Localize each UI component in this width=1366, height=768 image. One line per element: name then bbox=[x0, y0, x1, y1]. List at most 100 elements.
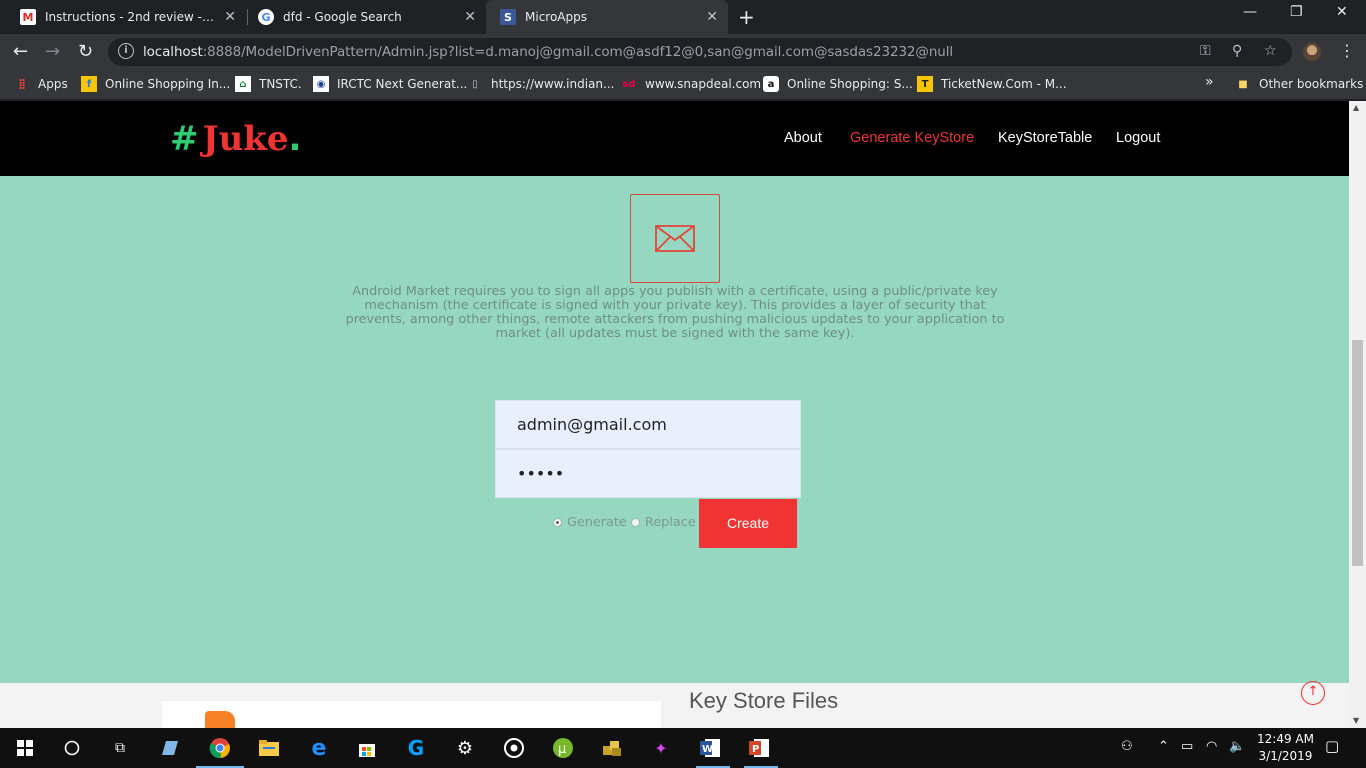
bookmark-apps[interactable]: ⣿ Apps bbox=[14, 76, 68, 92]
star-icon[interactable]: ☆ bbox=[1264, 43, 1277, 59]
envelope-box bbox=[630, 194, 720, 283]
logo-hash: # bbox=[170, 119, 199, 159]
bookmark-label: TNSTC. bbox=[259, 77, 302, 91]
profile-avatar[interactable] bbox=[1303, 43, 1321, 61]
volume-icon[interactable]: 🔈 bbox=[1229, 739, 1245, 754]
radio-generate[interactable]: Generate bbox=[553, 515, 627, 530]
password-input[interactable] bbox=[496, 450, 800, 497]
radio-replace[interactable]: Replace bbox=[631, 515, 696, 530]
nav-keystore-table[interactable]: KeyStoreTable bbox=[998, 130, 1092, 146]
chevron-up-icon[interactable]: ⌃ bbox=[1158, 739, 1169, 754]
cubes-app-icon[interactable] bbox=[600, 736, 624, 760]
bookmark-snapdeal[interactable]: sd www.snapdeal.com bbox=[621, 76, 761, 92]
bookmark-label: Online Shopping In... bbox=[105, 77, 231, 91]
folder-icon: ■ bbox=[1238, 78, 1248, 90]
bookmark-label: www.snapdeal.com bbox=[645, 77, 762, 91]
close-window-icon[interactable]: ✕ bbox=[1336, 4, 1348, 20]
zoom-icon[interactable]: ⚲ bbox=[1232, 43, 1242, 59]
bookmark-label: IRCTC Next Generat... bbox=[337, 77, 468, 91]
new-tab-button[interactable]: + bbox=[738, 5, 755, 29]
bookmark-label: Apps bbox=[38, 77, 68, 91]
settings-gear-icon[interactable]: ⚙ bbox=[453, 736, 477, 760]
password-field[interactable] bbox=[495, 449, 801, 498]
email-field[interactable] bbox=[495, 400, 801, 449]
tab-gmail[interactable]: M Instructions - 2nd review -4th Ma ✕ bbox=[6, 0, 246, 34]
bookmark-amazon[interactable]: a Online Shopping: S... bbox=[763, 76, 913, 92]
bookmark-label: Other bookmarks bbox=[1259, 77, 1364, 91]
task-view-icon[interactable]: ⧉ bbox=[108, 736, 132, 760]
chrome-icon[interactable] bbox=[208, 736, 232, 760]
search-icon[interactable] bbox=[60, 736, 84, 760]
browser-toolbar: ← → ↻ i localhost:8888/ModelDrivenPatter… bbox=[0, 34, 1366, 70]
more-bookmarks-button[interactable]: » bbox=[1205, 74, 1214, 90]
amazon-icon: a bbox=[763, 76, 779, 92]
key-icon[interactable]: ⚿ bbox=[1200, 43, 1211, 59]
bookmark-irctc[interactable]: ◉ IRCTC Next Generat... bbox=[313, 76, 467, 92]
tab-title: Instructions - 2nd review -4th Ma bbox=[45, 10, 215, 24]
page-scrollbar[interactable]: ▲ ▼ bbox=[1349, 101, 1366, 728]
logo-name: Juke bbox=[202, 119, 289, 159]
other-bookmarks[interactable]: ■ Other bookmarks bbox=[1235, 76, 1363, 92]
svg-text:P: P bbox=[752, 744, 759, 755]
url-text[interactable]: localhost:8888/ModelDrivenPattern/Admin.… bbox=[143, 44, 953, 60]
windows-start-icon[interactable] bbox=[13, 736, 37, 760]
forward-icon[interactable]: → bbox=[45, 41, 60, 62]
clock[interactable]: 12:49 AM 3/1/2019 bbox=[1257, 731, 1314, 765]
radio-replace-button[interactable] bbox=[631, 518, 640, 527]
menu-dots-icon[interactable]: ⋮ bbox=[1339, 41, 1355, 60]
tab-title: MicroApps bbox=[525, 10, 587, 24]
store-icon[interactable] bbox=[355, 736, 379, 760]
nav-logout[interactable]: Logout bbox=[1116, 130, 1160, 146]
reload-icon[interactable]: ↻ bbox=[78, 41, 93, 62]
powerpoint-icon[interactable]: P bbox=[747, 736, 771, 760]
s-icon: S bbox=[500, 9, 516, 25]
tab-google-search[interactable]: G dfd - Google Search ✕ bbox=[244, 0, 486, 34]
site-navbar: # Juke . About Generate KeyStore KeyStor… bbox=[0, 101, 1349, 176]
address-bar[interactable]: i localhost:8888/ModelDrivenPattern/Admi… bbox=[108, 38, 1292, 66]
radio-generate-button[interactable] bbox=[553, 518, 562, 527]
scrollbar-thumb[interactable] bbox=[1352, 340, 1363, 566]
scroll-up-arrow-icon[interactable]: ▲ bbox=[1353, 103, 1359, 112]
bookmark-ticketnew[interactable]: T TicketNew.Com - M... bbox=[917, 76, 1067, 92]
file-explorer-icon[interactable] bbox=[257, 736, 281, 760]
battery-icon[interactable]: ▭ bbox=[1181, 739, 1193, 754]
snapdeal-icon: sd bbox=[622, 78, 636, 90]
envelope-icon bbox=[655, 225, 695, 252]
word-icon[interactable]: W bbox=[698, 736, 722, 760]
restore-icon[interactable]: ❐ bbox=[1290, 4, 1303, 20]
close-icon[interactable]: ✕ bbox=[706, 9, 718, 25]
logitech-icon[interactable]: G bbox=[404, 736, 428, 760]
bookmark-flipkart[interactable]: f Online Shopping In... bbox=[81, 76, 230, 92]
bookmark-tnstc[interactable]: ⌂ TNSTC. bbox=[235, 76, 302, 92]
scroll-down-arrow-icon[interactable]: ▼ bbox=[1353, 716, 1359, 725]
nav-about[interactable]: About bbox=[784, 130, 822, 146]
edge-icon[interactable]: e bbox=[307, 736, 331, 761]
clock-time: 12:49 AM bbox=[1257, 732, 1314, 746]
close-icon[interactable]: ✕ bbox=[224, 9, 236, 25]
svg-text:W: W bbox=[702, 744, 713, 755]
wifi-icon[interactable]: ◠ bbox=[1206, 739, 1217, 754]
utorrent-icon[interactable]: µ bbox=[551, 736, 575, 760]
notifications-icon[interactable]: ▢ bbox=[1325, 737, 1339, 755]
close-icon[interactable]: ✕ bbox=[464, 9, 476, 25]
file-card bbox=[162, 701, 661, 728]
site-logo[interactable]: # Juke . bbox=[170, 119, 301, 159]
groove-music-icon[interactable] bbox=[502, 736, 526, 760]
people-icon[interactable]: ⚇ bbox=[1121, 739, 1133, 754]
page-icon: ▯ bbox=[472, 78, 478, 90]
tnstc-icon: ⌂ bbox=[235, 76, 251, 92]
file-icon bbox=[205, 711, 235, 728]
bookmark-indian[interactable]: ▯ https://www.indian... bbox=[467, 76, 614, 92]
info-icon[interactable]: i bbox=[118, 43, 134, 59]
wand-app-icon[interactable]: ✦ bbox=[649, 736, 673, 760]
radio-generate-label: Generate bbox=[567, 515, 627, 530]
email-input[interactable] bbox=[496, 401, 800, 448]
app-icon-blue[interactable] bbox=[158, 736, 182, 760]
keystore-files-section: Key Store Files ↑ bbox=[0, 681, 1349, 728]
minimize-icon[interactable]: — bbox=[1243, 4, 1257, 20]
back-icon[interactable]: ← bbox=[13, 41, 28, 62]
create-button[interactable]: Create bbox=[699, 499, 797, 548]
nav-generate-keystore[interactable]: Generate KeyStore bbox=[850, 130, 974, 146]
scroll-to-top-icon[interactable]: ↑ bbox=[1301, 681, 1325, 705]
tab-microapps[interactable]: S MicroApps ✕ bbox=[486, 0, 728, 34]
